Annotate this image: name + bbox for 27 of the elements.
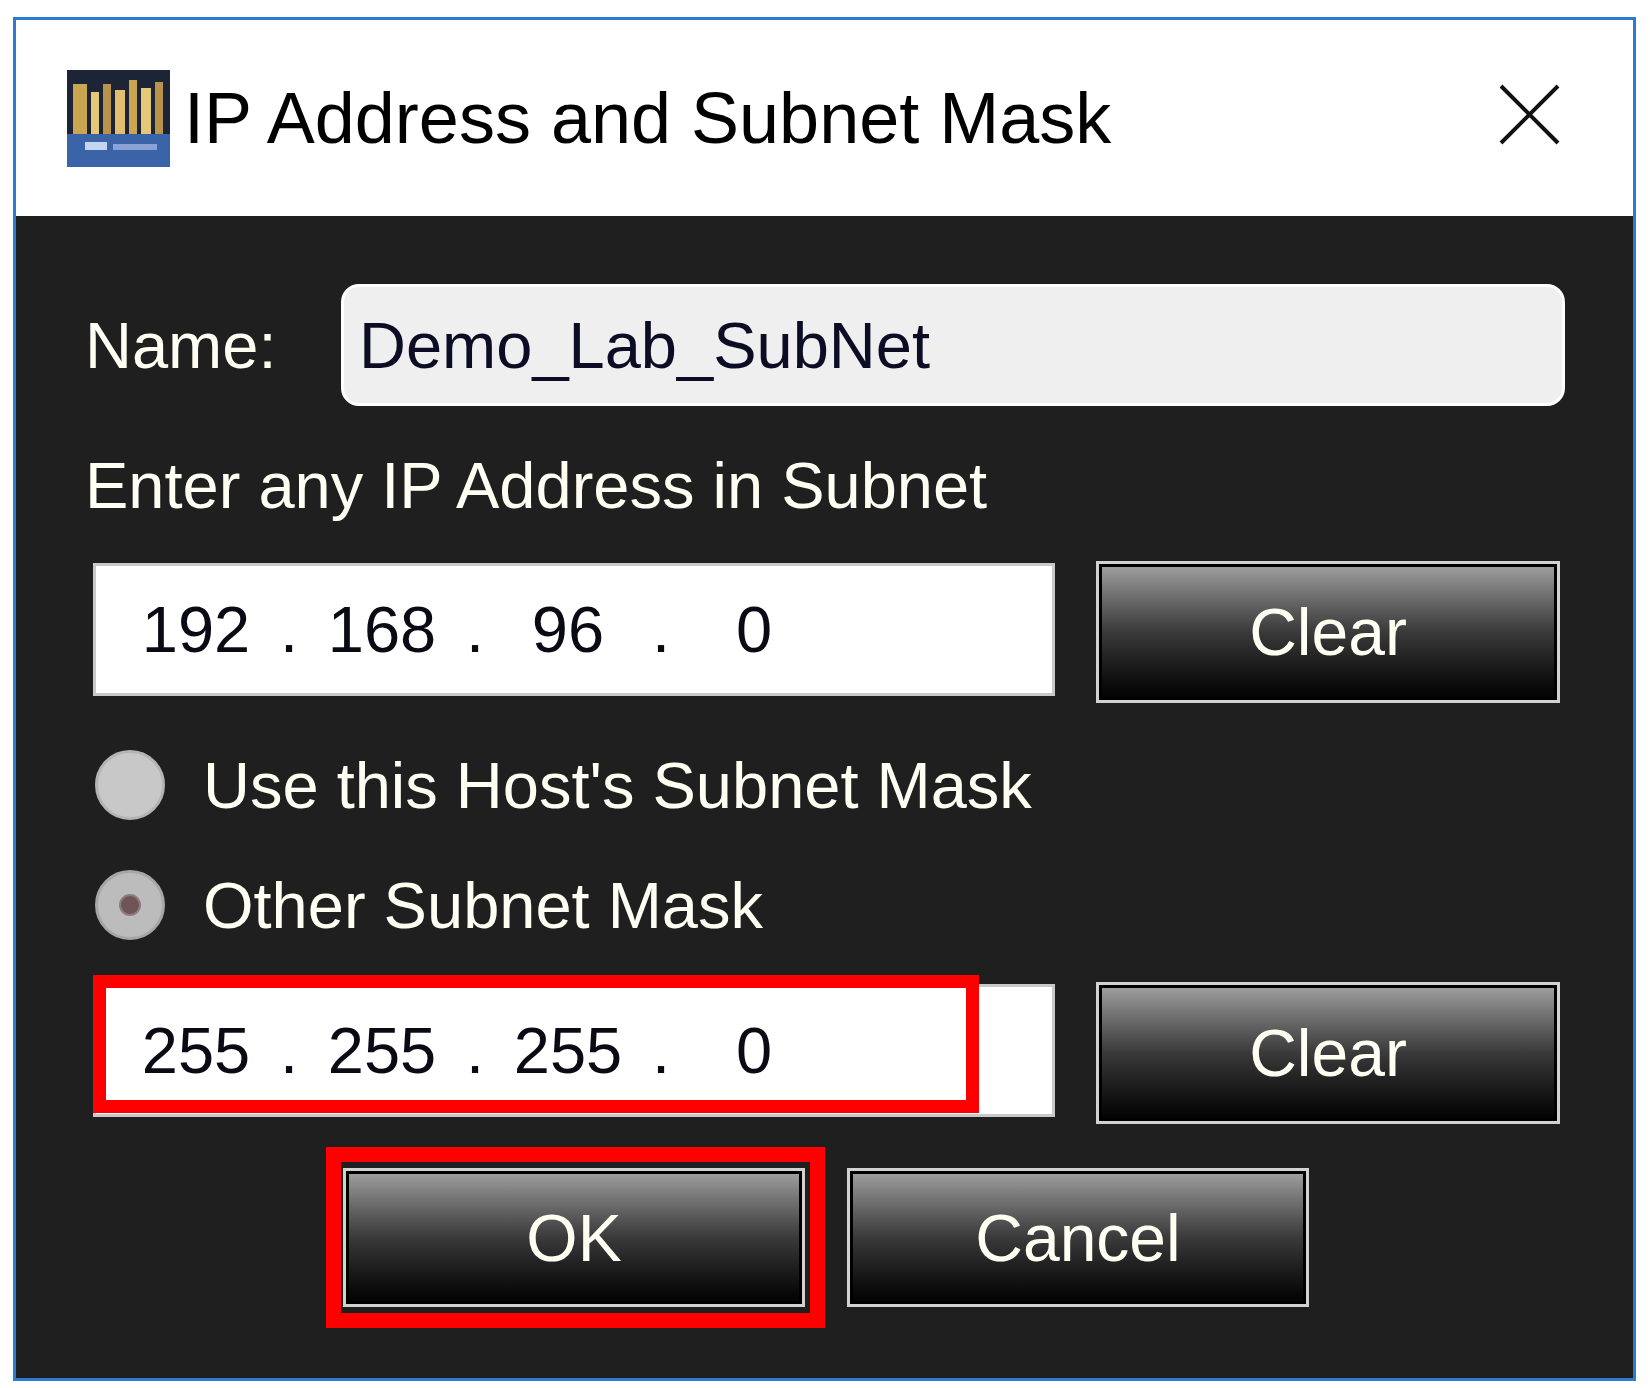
octet-separator: . — [278, 597, 300, 662]
name-label: Name: — [85, 312, 278, 378]
octet-separator: . — [464, 597, 486, 662]
close-button[interactable] — [1499, 83, 1560, 145]
ok-button[interactable]: OK — [343, 1168, 805, 1307]
octet-value: 96 — [530, 597, 606, 662]
clear-button[interactable]: Clear — [1096, 982, 1560, 1124]
octet-value: 168 — [326, 597, 438, 662]
octet-value: 255 — [512, 1018, 624, 1083]
octet-value: 0 — [734, 597, 774, 662]
octet-value: 255 — [140, 1018, 252, 1083]
octet-separator: . — [650, 597, 672, 662]
ip-address-field[interactable]: 192 . 168 . 96 . 0 — [93, 563, 1055, 696]
octet-value: 192 — [140, 597, 252, 662]
name-field[interactable]: Demo_Lab_SubNet — [341, 284, 1565, 406]
close-icon — [1499, 83, 1560, 145]
radio-label[interactable]: Use this Host's Subnet Mask — [203, 752, 1032, 818]
radio-label[interactable]: Other Subnet Mask — [203, 872, 763, 938]
app-icon — [67, 69, 170, 167]
window-title: IP Address and Subnet Mask — [184, 82, 1112, 154]
clear-button[interactable]: Clear — [1096, 561, 1560, 703]
octet-value: 255 — [326, 1018, 438, 1083]
octet-separator: . — [464, 1018, 486, 1083]
octet-value: 0 — [734, 1018, 774, 1083]
octet-separator: . — [278, 1018, 300, 1083]
octet-separator: . — [650, 1018, 672, 1083]
cancel-button[interactable]: Cancel — [847, 1168, 1309, 1307]
